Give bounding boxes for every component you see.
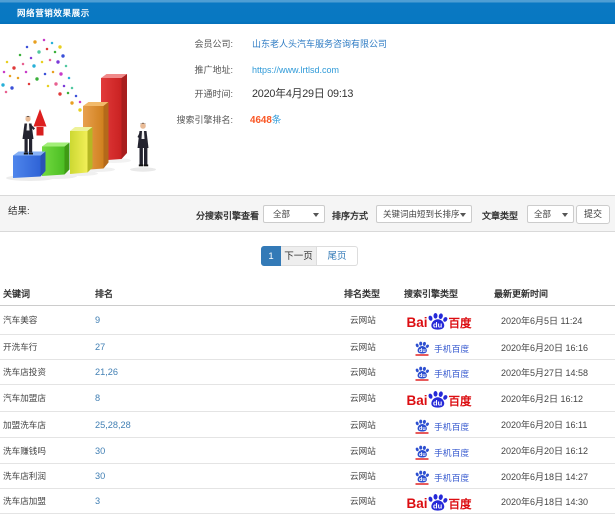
- svg-text:du: du: [419, 452, 426, 458]
- svg-text:du: du: [419, 426, 426, 432]
- svg-text:Bai: Bai: [407, 496, 428, 511]
- svg-text:du: du: [433, 399, 443, 408]
- svg-text:du: du: [419, 348, 426, 354]
- svg-text:Bai: Bai: [407, 393, 428, 408]
- svg-text:Bai: Bai: [407, 315, 428, 330]
- svg-text:du: du: [433, 321, 443, 330]
- svg-text:du: du: [433, 502, 443, 511]
- svg-text:百度: 百度: [449, 316, 472, 330]
- svg-text:du: du: [419, 373, 426, 379]
- svg-text:百度: 百度: [449, 394, 472, 408]
- svg-text:du: du: [419, 477, 426, 483]
- svg-text:百度: 百度: [449, 497, 472, 511]
